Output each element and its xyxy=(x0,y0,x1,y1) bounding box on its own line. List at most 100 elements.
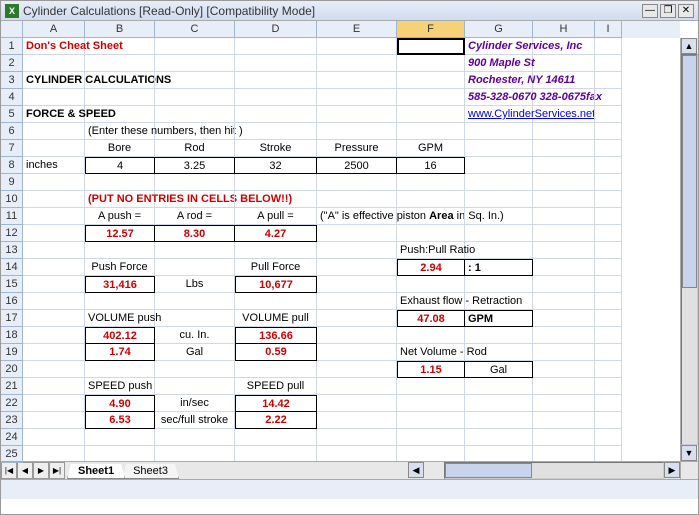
cell-E22[interactable] xyxy=(317,395,397,412)
cell-D22[interactable]: 14.42 xyxy=(235,395,317,412)
cell-F16[interactable]: Exhaust flow - Retraction xyxy=(397,293,465,310)
cell-E2[interactable] xyxy=(317,55,397,72)
cell-E3[interactable] xyxy=(317,72,397,89)
cell-B22[interactable]: 4.90 xyxy=(85,395,155,412)
row-header-14[interactable]: 14 xyxy=(1,259,23,276)
cell-C6[interactable] xyxy=(155,123,235,140)
cell-C20[interactable] xyxy=(155,361,235,378)
cell-D18[interactable]: 136.66 xyxy=(235,327,317,344)
row-header-1[interactable]: 1 xyxy=(1,38,23,55)
cell-B15[interactable]: 31,416 xyxy=(85,276,155,293)
cell-A12[interactable] xyxy=(23,225,85,242)
cell-B13[interactable] xyxy=(85,242,155,259)
cell-D24[interactable] xyxy=(235,429,317,446)
cell-B23[interactable]: 6.53 xyxy=(85,412,155,429)
cell-C8[interactable]: 3.25 xyxy=(155,157,235,174)
scroll-down-arrow[interactable]: ▼ xyxy=(681,445,697,461)
cell-B20[interactable] xyxy=(85,361,155,378)
sheet-tab-sheet1[interactable]: Sheet1 xyxy=(67,464,125,479)
cell-A17[interactable] xyxy=(23,310,85,327)
row-header-9[interactable]: 9 xyxy=(1,174,23,191)
cell-F9[interactable] xyxy=(397,174,465,191)
cell-D16[interactable] xyxy=(235,293,317,310)
row-header-10[interactable]: 10 xyxy=(1,191,23,208)
cell-E16[interactable] xyxy=(317,293,397,310)
cell-H13[interactable] xyxy=(533,242,595,259)
sheet-tab-sheet3[interactable]: Sheet3 xyxy=(122,464,179,479)
cell-D1[interactable] xyxy=(235,38,317,55)
cell-E24[interactable] xyxy=(317,429,397,446)
cell-H14[interactable] xyxy=(533,259,595,276)
cell-I17[interactable] xyxy=(595,310,622,327)
cell-C14[interactable] xyxy=(155,259,235,276)
cell-C17[interactable] xyxy=(155,310,235,327)
row-header-5[interactable]: 5 xyxy=(1,106,23,123)
cell-B3[interactable] xyxy=(85,72,155,89)
cell-F22[interactable] xyxy=(397,395,465,412)
column-headers[interactable]: ABCDEFGHI xyxy=(23,21,680,38)
cell-H19[interactable] xyxy=(533,344,595,361)
cell-H6[interactable] xyxy=(533,123,595,140)
cell-I11[interactable] xyxy=(595,208,622,225)
cell-E14[interactable] xyxy=(317,259,397,276)
select-all-corner[interactable] xyxy=(1,21,23,38)
cell-C13[interactable] xyxy=(155,242,235,259)
cell-C3[interactable] xyxy=(155,72,235,89)
cell-B14[interactable]: Push Force xyxy=(85,259,155,276)
cell-E8[interactable]: 2500 xyxy=(317,157,397,174)
cell-I20[interactable] xyxy=(595,361,622,378)
sheet-tabs[interactable]: Sheet1Sheet3 xyxy=(67,462,176,479)
cell-H15[interactable] xyxy=(533,276,595,293)
cell-E15[interactable] xyxy=(317,276,397,293)
cell-F1[interactable] xyxy=(397,38,465,55)
cell-H5[interactable] xyxy=(533,106,595,123)
cell-H18[interactable] xyxy=(533,327,595,344)
cell-A23[interactable] xyxy=(23,412,85,429)
cells-area[interactable]: Don's Cheat Sheet Cylinder Services, Inc… xyxy=(23,38,680,461)
row-header-25[interactable]: 25 xyxy=(1,446,23,463)
cell-F19[interactable]: Net Volume - Rod xyxy=(397,344,465,361)
cell-A14[interactable] xyxy=(23,259,85,276)
row-header-6[interactable]: 6 xyxy=(1,123,23,140)
cell-A16[interactable] xyxy=(23,293,85,310)
tab-nav-button[interactable]: ▶| xyxy=(49,462,65,479)
cell-A8[interactable]: inches xyxy=(23,157,85,174)
cell-B2[interactable] xyxy=(85,55,155,72)
cell-I9[interactable] xyxy=(595,174,622,191)
cell-I25[interactable] xyxy=(595,446,622,461)
cell-H8[interactable] xyxy=(533,157,595,174)
cell-I18[interactable] xyxy=(595,327,622,344)
cell-B4[interactable] xyxy=(85,89,155,106)
cell-A13[interactable] xyxy=(23,242,85,259)
minimize-button[interactable]: — xyxy=(642,4,658,18)
column-header-I[interactable]: I xyxy=(595,21,622,38)
cell-A9[interactable] xyxy=(23,174,85,191)
cell-D17[interactable]: VOLUME pull xyxy=(235,310,317,327)
cell-E17[interactable] xyxy=(317,310,397,327)
cell-A4[interactable] xyxy=(23,89,85,106)
cell-C4[interactable] xyxy=(155,89,235,106)
column-header-H[interactable]: H xyxy=(533,21,595,38)
cell-B18[interactable]: 402.12 xyxy=(85,327,155,344)
cell-H16[interactable] xyxy=(533,293,595,310)
cell-H24[interactable] xyxy=(533,429,595,446)
vertical-scrollbar[interactable]: ▲ ▼ xyxy=(680,38,698,461)
cell-I13[interactable] xyxy=(595,242,622,259)
row-header-22[interactable]: 22 xyxy=(1,395,23,412)
row-header-2[interactable]: 2 xyxy=(1,55,23,72)
cell-A22[interactable] xyxy=(23,395,85,412)
cell-H2[interactable] xyxy=(533,55,595,72)
cell-D12[interactable]: 4.27 xyxy=(235,225,317,242)
cell-B16[interactable] xyxy=(85,293,155,310)
scroll-up-arrow[interactable]: ▲ xyxy=(681,38,697,54)
cell-C24[interactable] xyxy=(155,429,235,446)
tab-nav-button[interactable]: |◀ xyxy=(1,462,17,479)
cell-D21[interactable]: SPEED pull xyxy=(235,378,317,395)
cell-E25[interactable] xyxy=(317,446,397,461)
cell-E21[interactable] xyxy=(317,378,397,395)
cell-H25[interactable] xyxy=(533,446,595,461)
cell-H22[interactable] xyxy=(533,395,595,412)
cell-H4[interactable] xyxy=(533,89,595,106)
cell-C21[interactable] xyxy=(155,378,235,395)
cell-G23[interactable] xyxy=(465,412,533,429)
